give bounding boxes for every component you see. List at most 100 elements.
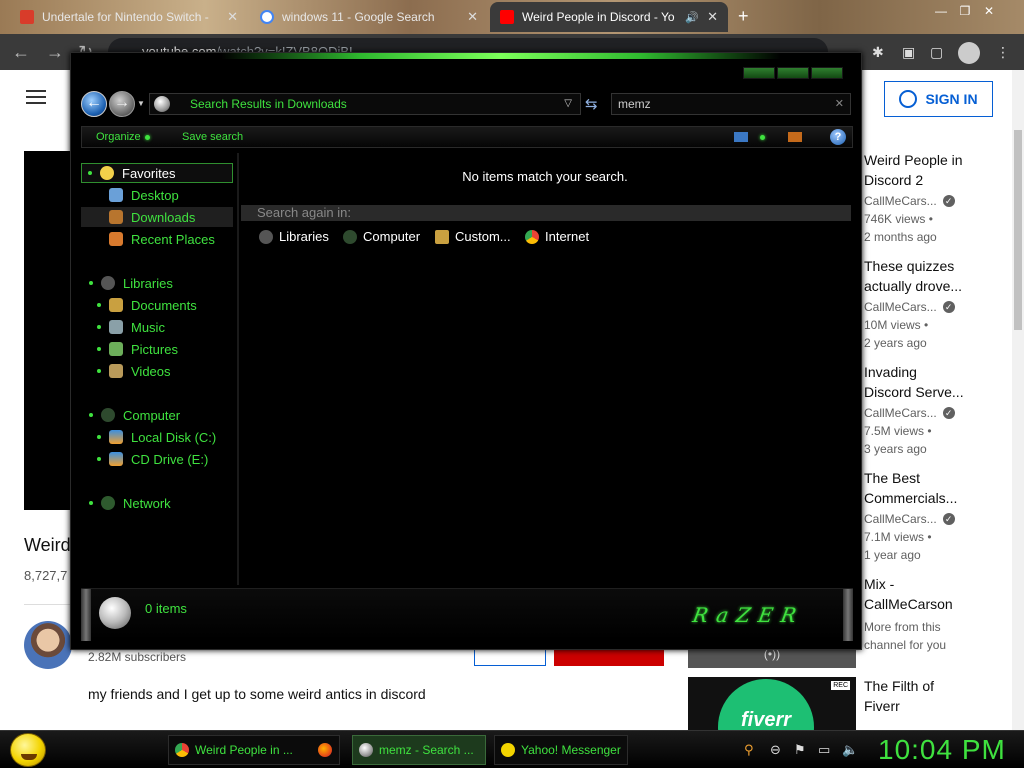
extension-icon[interactable]: ▣ — [902, 44, 915, 61]
recommendation-item[interactable]: The Best Commercials... CallMeCars... ✓ 7… — [864, 468, 1014, 564]
nav-label: Favorites — [122, 165, 176, 181]
close-window-icon[interactable]: ✕ — [978, 0, 1000, 22]
search-tray-icon[interactable]: ⚲ — [744, 742, 754, 758]
minimize-icon[interactable]: — — [930, 0, 952, 22]
close-icon[interactable]: ✕ — [467, 9, 478, 25]
search-location-internet[interactable]: Internet — [525, 229, 589, 244]
libraries-icon — [101, 276, 115, 290]
close-icon[interactable]: ✕ — [707, 9, 718, 25]
rec-badge: REC — [831, 681, 850, 690]
start-button-smiley-icon[interactable] — [10, 733, 46, 767]
sign-in-button[interactable]: SIGN IN — [884, 81, 993, 117]
restore-icon[interactable]: ❐ — [954, 0, 976, 22]
nav-downloads[interactable]: Downloads — [81, 207, 233, 227]
search-location-computer[interactable]: Computer — [343, 229, 420, 244]
clear-search-icon[interactable]: ✕ — [835, 97, 844, 110]
maximize-button[interactable] — [777, 67, 809, 79]
nav-music[interactable]: Music — [97, 317, 165, 337]
minimize-button[interactable] — [743, 67, 775, 79]
nav-libraries[interactable]: Libraries — [89, 273, 173, 293]
menu-kebab-icon[interactable]: ⋮ — [996, 44, 1010, 61]
taskbar-item-firefox[interactable] — [312, 735, 346, 765]
channel-avatar[interactable] — [24, 621, 72, 669]
views-icon[interactable] — [734, 132, 748, 142]
speaker-icon[interactable]: 🔊 — [685, 11, 699, 24]
back-arrow-icon[interactable]: ← — [12, 42, 30, 63]
recommendation-item[interactable]: These quizzes actually drove... CallMeCa… — [864, 256, 1014, 352]
search-location-libraries[interactable]: Libraries — [259, 229, 329, 244]
recommendation-item[interactable]: The Filth of Fiverr — [864, 676, 1014, 716]
nav-local-disk[interactable]: Local Disk (C:) — [97, 427, 216, 447]
nav-cd-drive[interactable]: CD Drive (E:) — [97, 449, 208, 469]
nav-favorites[interactable]: Favorites — [81, 163, 233, 183]
recommendation-thumbnail[interactable]: fiverr REC — [688, 677, 856, 730]
action-center-flag-icon[interactable]: ⚑ — [794, 742, 806, 758]
recommendation-title: These quizzes actually drove... — [864, 258, 963, 294]
nav-label: Recent Places — [131, 231, 215, 247]
taskbar: Weird People in ... memz - Search ... Ya… — [0, 730, 1024, 768]
organize-label: Organize — [96, 131, 141, 143]
system-clock[interactable]: 10:04 PM — [878, 734, 1006, 766]
recommendation-age: 2 years ago — [864, 336, 927, 350]
video-player[interactable] — [24, 151, 72, 510]
location-label: Computer — [363, 229, 421, 244]
tray-icon[interactable]: ⊖ — [770, 742, 781, 758]
nav-recent-places[interactable]: Recent Places — [109, 229, 215, 249]
close-button[interactable] — [811, 67, 843, 79]
browser-tab-youtube[interactable]: Weird People in Discord - Yo 🔊 ✕ — [490, 2, 728, 32]
close-icon[interactable]: ✕ — [227, 9, 238, 25]
nav-label: Documents — [131, 297, 197, 313]
refresh-icon[interactable]: ⇆ — [585, 95, 598, 113]
breadcrumb[interactable]: Search Results in Downloads ▽ — [149, 93, 581, 115]
new-tab-button[interactable]: + — [738, 6, 749, 27]
nav-label: Videos — [131, 363, 171, 379]
browser-tab-undertale[interactable]: Undertale for Nintendo Switch - ✕ — [10, 2, 248, 32]
volume-icon[interactable]: 🔈 — [842, 742, 858, 758]
help-icon[interactable]: ? — [830, 129, 846, 145]
star-icon — [100, 166, 114, 180]
forward-button[interactable]: → — [109, 91, 135, 117]
search-results-icon — [99, 597, 131, 629]
libraries-icon — [259, 229, 273, 244]
expand-dot-icon — [97, 435, 101, 439]
forward-arrow-icon[interactable]: → — [46, 42, 64, 63]
extension-icon[interactable]: ▢ — [930, 44, 943, 61]
preview-pane-icon[interactable] — [788, 132, 802, 142]
search-box[interactable]: ✕ — [611, 93, 851, 115]
nav-documents[interactable]: Documents — [97, 295, 197, 315]
back-button[interactable]: ← — [81, 91, 107, 117]
recommendation-channel: CallMeCars... — [864, 300, 937, 314]
nav-videos[interactable]: Videos — [97, 361, 171, 381]
save-search-label: Save search — [182, 131, 244, 143]
scrollbar-thumb[interactable] — [1014, 130, 1022, 330]
taskbar-item-explorer[interactable]: memz - Search ... — [352, 735, 486, 765]
location-label: Internet — [545, 229, 590, 244]
nav-label: CD Drive (E:) — [131, 451, 209, 467]
nav-pictures[interactable]: Pictures — [97, 339, 178, 359]
recommendation-item[interactable]: Invading Discord Serve... CallMeCars... ✓… — [864, 362, 1014, 458]
taskbar-item-yahoo[interactable]: Yahoo! Messenger — [494, 735, 628, 765]
chevron-down-icon[interactable]: ▽ — [564, 98, 572, 109]
recommendation-item[interactable]: Mix - CallMeCarson More from this channe… — [864, 574, 1014, 654]
save-search-button[interactable]: Save search — [182, 131, 243, 143]
history-dropdown-icon[interactable]: ▼ — [137, 99, 145, 108]
profile-avatar[interactable] — [958, 42, 980, 64]
search-again-header: Search again in: — [241, 205, 851, 221]
search-input[interactable] — [618, 96, 818, 112]
razer-logo: RaZER — [690, 603, 807, 627]
nav-desktop[interactable]: Desktop — [109, 185, 179, 205]
recommendation-item[interactable]: Weird People in Discord 2 CallMeCars... ✓… — [864, 150, 1014, 246]
music-icon — [109, 320, 123, 334]
organize-button[interactable]: Organize — [96, 131, 150, 143]
youtube-icon — [500, 10, 514, 24]
views-dropdown-icon[interactable] — [760, 135, 765, 140]
page-scrollbar[interactable] — [1012, 70, 1024, 730]
browser-tab-google[interactable]: windows 11 - Google Search ✕ — [250, 2, 488, 32]
extension-puzzle-icon[interactable]: ✱ — [872, 44, 884, 61]
network-tray-icon[interactable]: ▭ — [818, 742, 830, 758]
expand-dot-icon — [88, 171, 92, 175]
hamburger-menu-icon[interactable] — [26, 90, 46, 104]
nav-network[interactable]: Network — [89, 493, 171, 513]
nav-computer[interactable]: Computer — [89, 405, 180, 425]
search-location-custom[interactable]: Custom... — [435, 229, 511, 244]
